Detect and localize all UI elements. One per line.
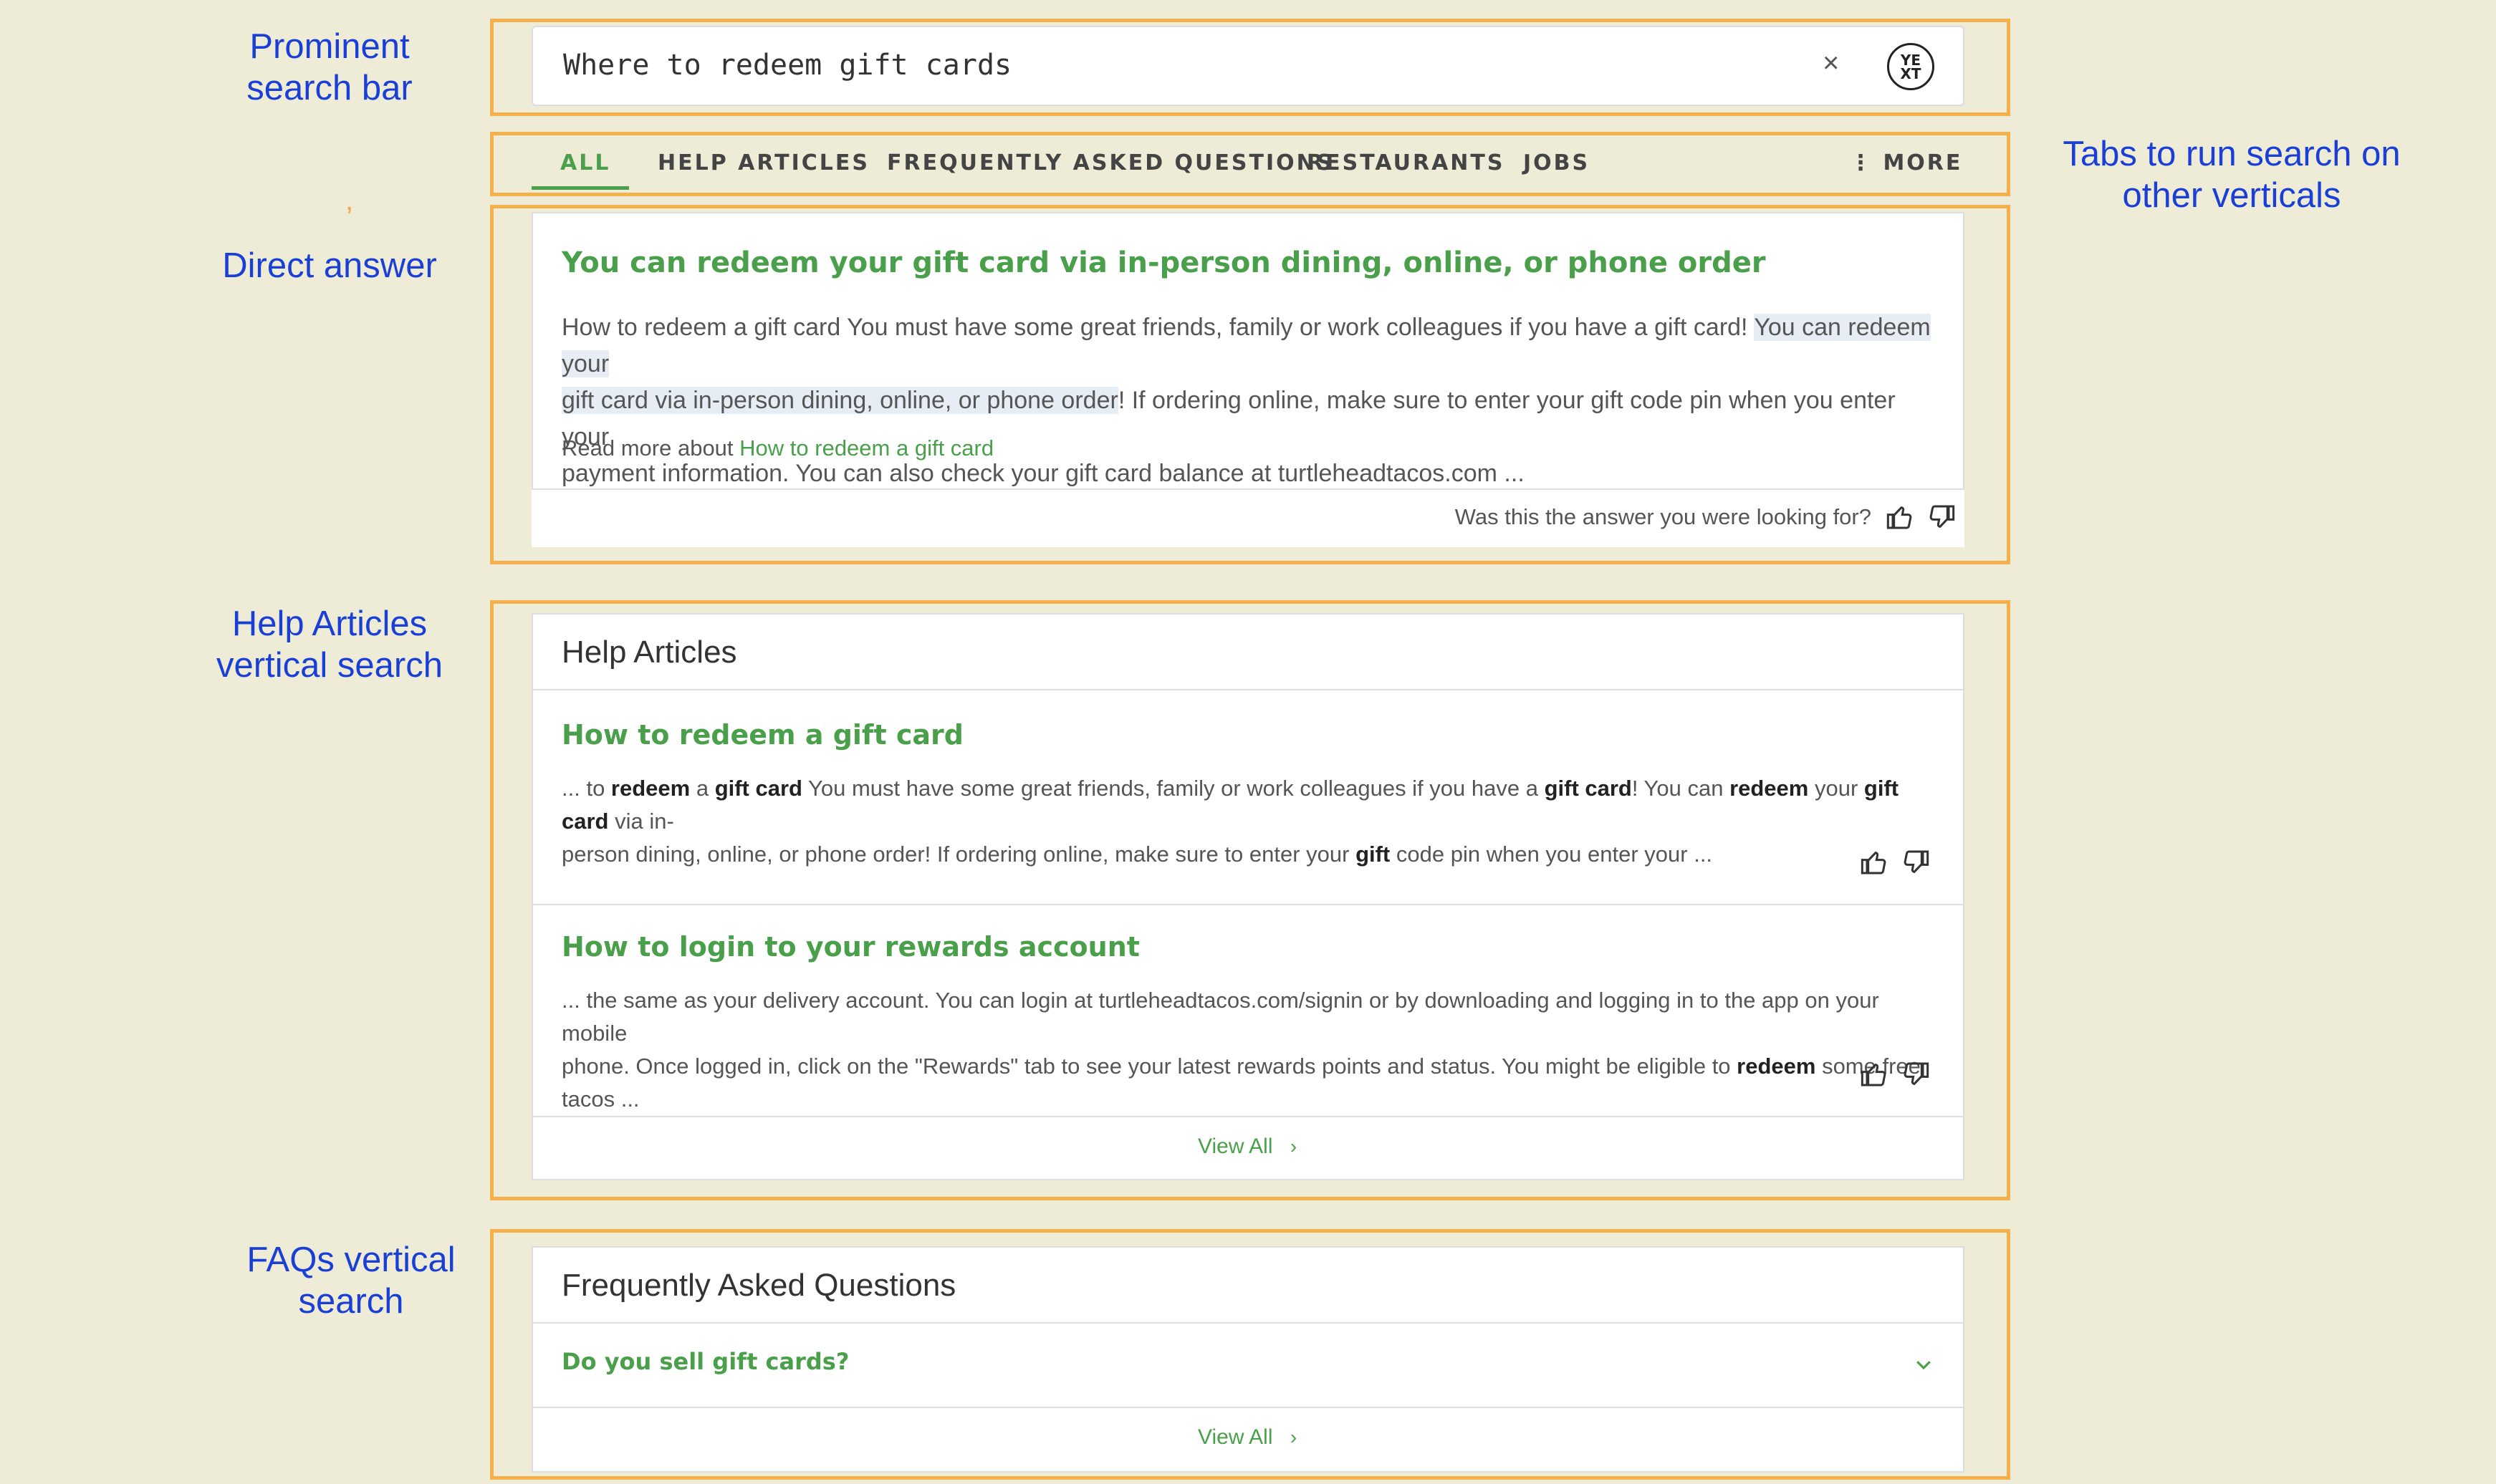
- chevron-down-icon[interactable]: [1913, 1354, 1934, 1375]
- direct-answer-snippet: How to redeem a gift card You must have …: [562, 314, 1931, 487]
- snippet-text: via in-: [608, 809, 674, 834]
- keyword-match: redeem: [610, 776, 691, 801]
- tab-restaurants[interactable]: RESTAURANTS: [1307, 150, 1505, 175]
- read-more-link[interactable]: How to redeem a gift card: [739, 435, 994, 461]
- stray-mark: ,: [345, 185, 354, 216]
- thumbs-up-icon[interactable]: [1886, 503, 1914, 531]
- snippet-text: a: [690, 776, 715, 801]
- annotation-direct-answer: Direct answer: [222, 246, 437, 285]
- snippet-text: ... the same as your delivery account. Y…: [562, 988, 1879, 1046]
- thumbs-down-icon[interactable]: [1927, 503, 1956, 531]
- section-header: Frequently Asked Questions: [533, 1248, 1963, 1324]
- divider: [533, 904, 1963, 905]
- direct-answer-card: You can redeem your gift card via in-per…: [532, 212, 1964, 490]
- snippet-text: your: [1808, 776, 1864, 801]
- thumbs-up-icon[interactable]: [1860, 1060, 1888, 1089]
- thumbs-down-icon[interactable]: [1901, 1060, 1930, 1089]
- snippet-text: ... to: [562, 776, 611, 801]
- section-header: Help Articles: [533, 615, 1963, 690]
- article-snippet: ... the same as your delivery account. Y…: [562, 984, 1944, 1116]
- direct-answer-feedback-bar: Was this the answer you were looking for…: [532, 490, 1964, 547]
- help-articles-section: Help Articles How to redeem a gift card …: [532, 613, 1964, 1180]
- thumbs-down-icon[interactable]: [1901, 848, 1930, 877]
- snippet-text: code pin when you enter your ...: [1390, 842, 1713, 867]
- tab-frequently-asked-questions[interactable]: FREQUENTLY ASKED QUESTIONS: [887, 150, 1334, 175]
- close-icon[interactable]: ×: [1823, 47, 1839, 80]
- article-title[interactable]: How to redeem a gift card: [562, 719, 964, 751]
- feedback-question: Was this the answer you were looking for…: [1454, 504, 1871, 529]
- vertical-tabs: ALL HELP ARTICLES FREQUENTLY ASKED QUEST…: [532, 136, 1964, 193]
- divider: [533, 1116, 1963, 1117]
- yext-logo-icon[interactable]: YE XT: [1887, 43, 1934, 90]
- direct-answer-title: You can redeem your gift card via in-per…: [562, 246, 1766, 279]
- section-title: Frequently Asked Questions: [562, 1268, 956, 1303]
- chevron-right-icon: ›: [1290, 1135, 1297, 1157]
- keyword-match: gift card: [714, 776, 802, 801]
- thumbs-up-icon[interactable]: [1860, 848, 1888, 877]
- annotation-tabs: Tabs to run search on other verticals: [2063, 135, 2401, 215]
- view-all-faqs[interactable]: View All ›: [1198, 1425, 1297, 1450]
- keyword-match: gift card: [1544, 776, 1632, 801]
- more-tabs-button[interactable]: ⋮ MORE: [1850, 150, 1962, 175]
- section-title: Help Articles: [562, 635, 737, 670]
- view-all-help-articles[interactable]: View All ›: [1198, 1134, 1297, 1159]
- article-title[interactable]: How to login to your rewards account: [562, 931, 1140, 963]
- snippet-text: You must have some great friends, family…: [802, 776, 1545, 801]
- snippet-text: ! You can: [1631, 776, 1730, 801]
- keyword-match: gift: [1355, 842, 1391, 867]
- keyword-match: redeem: [1737, 1054, 1816, 1079]
- tab-all[interactable]: ALL: [560, 150, 610, 175]
- faq-item[interactable]: Do you sell gift cards?: [533, 1325, 1963, 1405]
- divider: [533, 1407, 1963, 1408]
- search-input[interactable]: Where to redeem gift cards: [563, 49, 1012, 82]
- read-more: Read more about How to redeem a gift car…: [562, 435, 994, 461]
- keyword-match: redeem: [1729, 776, 1809, 801]
- article-snippet: ... to redeem a gift card You must have …: [562, 772, 1944, 871]
- annotation-faqs: FAQs vertical search: [246, 1240, 456, 1321]
- search-bar[interactable]: Where to redeem gift cards × YE XT: [532, 26, 1964, 106]
- faqs-section: Frequently Asked Questions Do you sell g…: [532, 1246, 1964, 1473]
- annotation-help-articles: Help Articles vertical search: [216, 604, 443, 685]
- active-tab-indicator: [532, 186, 629, 190]
- annotation-search-bar: Prominent search bar: [246, 27, 413, 107]
- tab-jobs[interactable]: JOBS: [1523, 150, 1590, 175]
- snippet-text: person dining, online, or phone order! I…: [562, 842, 1356, 867]
- snippet-text: phone. Once logged in, click on the "Rew…: [562, 1054, 1737, 1079]
- faq-question: Do you sell gift cards?: [562, 1348, 850, 1375]
- chevron-right-icon: ›: [1290, 1426, 1297, 1448]
- tab-help-articles[interactable]: HELP ARTICLES: [658, 150, 870, 175]
